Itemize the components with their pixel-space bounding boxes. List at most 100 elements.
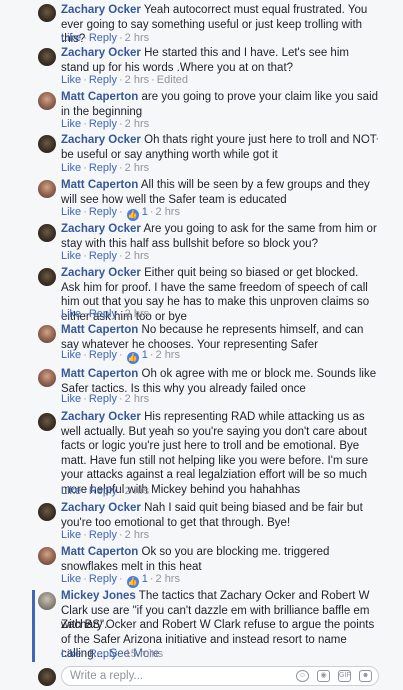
avatar[interactable] <box>38 325 56 343</box>
like-link[interactable]: Like <box>61 32 81 44</box>
like-count[interactable]: 1 <box>142 206 148 218</box>
reply-link[interactable]: Reply <box>89 349 117 361</box>
comment-actions: Like · Reply · 2 hrs <box>61 162 150 174</box>
comment-actions: Like · Reply · 2 hrs <box>61 250 150 262</box>
avatar[interactable] <box>38 135 56 153</box>
avatar[interactable] <box>38 503 56 521</box>
emoji-icon[interactable]: ☺ <box>296 670 309 682</box>
avatar[interactable] <box>38 369 56 387</box>
like-link[interactable]: Like <box>61 529 81 541</box>
like-count[interactable]: 1 <box>142 349 148 361</box>
like-count[interactable]: 1 <box>142 573 148 585</box>
reply-link[interactable]: Reply <box>89 250 117 262</box>
avatar[interactable] <box>38 48 56 66</box>
like-link[interactable]: Like <box>61 308 81 320</box>
timestamp[interactable]: 2 hrs <box>125 393 149 405</box>
reply-link[interactable]: Reply <box>89 485 117 497</box>
timestamp[interactable]: 2 hrs <box>156 573 180 585</box>
reply-link[interactable]: Reply <box>89 32 117 44</box>
comment-body: Matt Caperton Ok so you are blocking me.… <box>61 545 379 574</box>
comment-body: Zachary Ocker He started this and I have… <box>61 46 379 75</box>
comment-text: His representing RAD while attacking us … <box>61 411 369 496</box>
avatar <box>38 668 56 686</box>
reply-tools: ☺ ◉ GIF ☻ <box>296 670 372 682</box>
camera-icon[interactable]: ◉ <box>317 670 330 682</box>
avatar[interactable] <box>38 413 56 431</box>
gif-icon[interactable]: GIF <box>338 670 351 682</box>
comment-actions: Like · Reply · 2 hrs · Edited <box>61 74 188 86</box>
comment-author[interactable]: Zachary Ocker <box>61 267 141 279</box>
comment-body: Zachary Ocker Nah I said quit being bias… <box>61 501 379 530</box>
timestamp[interactable]: 2 hrs <box>125 308 149 320</box>
avatar[interactable] <box>38 547 56 565</box>
reply-composer: Write a reply... ☺ ◉ GIF ☻ <box>0 664 403 690</box>
timestamp[interactable]: 15 mins <box>125 648 164 660</box>
comment-author[interactable]: Matt Caperton <box>61 91 138 103</box>
comment-author[interactable]: Zachary Ocker <box>61 134 141 146</box>
reply-link[interactable]: Reply <box>89 393 117 405</box>
reply-link[interactable]: Reply <box>89 162 117 174</box>
like-link[interactable]: Like <box>61 250 81 262</box>
avatar[interactable] <box>38 4 56 22</box>
more-options-icon[interactable]: ⋯ <box>366 132 380 146</box>
comment-author[interactable]: Zachary Ocker <box>61 223 141 235</box>
comment-actions: Like · Reply · 15 mins <box>61 648 164 660</box>
reply-link[interactable]: Reply <box>89 308 117 320</box>
like-link[interactable]: Like <box>61 349 81 361</box>
comment-author[interactable]: Matt Caperton <box>61 368 138 380</box>
reply-link[interactable]: Reply <box>89 529 117 541</box>
comment-actions: Like · Reply · 👍 1 · 2 hrs <box>61 349 180 364</box>
comment-actions: Like · Reply · 2 hrs <box>61 308 150 320</box>
comment-actions: Like · Reply · 2 hrs <box>61 529 150 541</box>
like-link[interactable]: Like <box>61 118 81 130</box>
comment-actions: Like · Reply · 👍 1 · 2 hrs <box>61 206 180 221</box>
reply-link[interactable]: Reply <box>89 206 117 218</box>
comment-actions: Like · Reply · 2 hrs <box>61 118 150 130</box>
timestamp[interactable]: 2 hrs <box>125 250 149 262</box>
like-link[interactable]: Like <box>61 648 81 660</box>
reply-link[interactable]: Reply <box>89 74 117 86</box>
new-comment-indicator <box>32 590 35 662</box>
timestamp[interactable]: 2 hrs <box>125 529 149 541</box>
comment-author[interactable]: Matt Caperton <box>61 546 138 558</box>
avatar[interactable] <box>38 224 56 242</box>
comment-body: Matt Caperton All this will be seen by a… <box>61 178 379 207</box>
comment-body: Zachary Ocker Are you going to ask for t… <box>61 222 379 251</box>
timestamp[interactable]: 2 hrs <box>125 74 149 86</box>
thumbs-up-icon: 👍 <box>126 352 139 364</box>
comment-body: Matt Caperton are you going to prove you… <box>61 90 379 119</box>
like-link[interactable]: Like <box>61 573 81 585</box>
edited-label[interactable]: Edited <box>157 74 188 86</box>
reply-input[interactable]: Write a reply... ☺ ◉ GIF ☻ <box>61 666 379 686</box>
timestamp[interactable]: 2 hrs <box>156 206 180 218</box>
thumbs-up-icon: 👍 <box>126 576 139 588</box>
avatar[interactable] <box>38 592 56 610</box>
reply-link[interactable]: Reply <box>89 648 117 660</box>
timestamp[interactable]: 2 hrs <box>125 162 149 174</box>
timestamp[interactable]: 2 hrs <box>125 118 149 130</box>
timestamp[interactable]: 2 hrs <box>156 349 180 361</box>
comment-author[interactable]: Zachary Ocker <box>61 47 141 59</box>
like-link[interactable]: Like <box>61 74 81 86</box>
comment-author[interactable]: Matt Caperton <box>61 324 138 336</box>
like-link[interactable]: Like <box>61 206 81 218</box>
comment-author[interactable]: Matt Caperton <box>61 179 138 191</box>
comment-author[interactable]: Zachary Ocker <box>61 411 141 423</box>
like-link[interactable]: Like <box>61 393 81 405</box>
timestamp[interactable]: 2 hrs <box>125 32 149 44</box>
sticker-icon[interactable]: ☻ <box>359 670 372 682</box>
comment-actions: Like · Reply · 👍 1 · 2 hrs <box>61 573 180 588</box>
avatar[interactable] <box>38 180 56 198</box>
like-link[interactable]: Like <box>61 162 81 174</box>
comment-author[interactable]: Mickey Jones <box>61 590 136 602</box>
reply-link[interactable]: Reply <box>89 118 117 130</box>
like-link[interactable]: Like <box>61 485 81 497</box>
comment-author[interactable]: Zachary Ocker <box>61 502 141 514</box>
avatar[interactable] <box>38 268 56 286</box>
reply-placeholder: Write a reply... <box>70 670 144 682</box>
thumbs-up-icon: 👍 <box>126 209 139 221</box>
comment-author[interactable]: Zachary Ocker <box>61 4 141 16</box>
avatar[interactable] <box>38 92 56 110</box>
timestamp[interactable]: 2 hrs <box>125 485 149 497</box>
reply-link[interactable]: Reply <box>89 573 117 585</box>
